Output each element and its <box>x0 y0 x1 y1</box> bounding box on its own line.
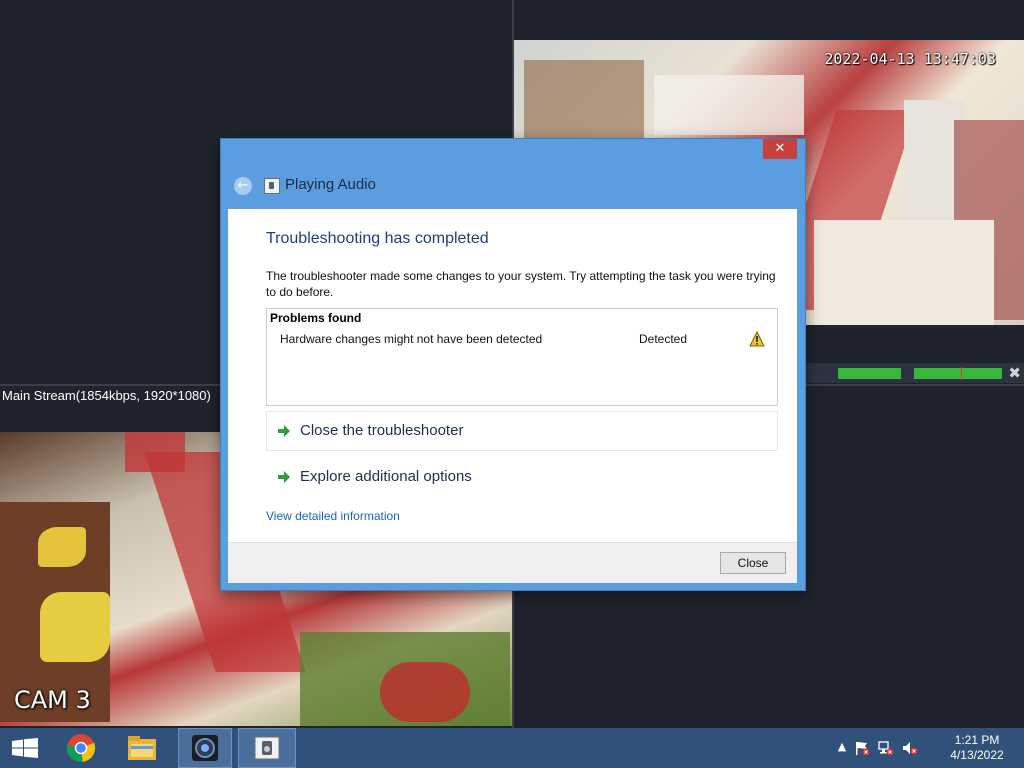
tomatoes <box>380 662 470 722</box>
clock[interactable]: 1:21 PM 4/13/2022 <box>947 733 1007 763</box>
dialog-heading: Troubleshooting has completed <box>266 230 489 247</box>
dialog-body: Troubleshooting has completed The troubl… <box>228 209 797 542</box>
network-icon[interactable] <box>878 740 894 756</box>
warning-icon <box>749 331 765 347</box>
system-tray: ▲ 1:21 PM 4/13/2022 <box>834 728 1024 768</box>
taskbar-chrome[interactable] <box>58 728 106 768</box>
camera-app-icon <box>192 735 218 761</box>
clock-date: 4/13/2022 <box>950 748 1004 762</box>
taskbar-troubleshooter[interactable] <box>238 728 296 768</box>
recording-segment[interactable] <box>914 368 1002 379</box>
playback-timeline[interactable]: ✖ <box>806 363 1024 383</box>
close-troubleshooter-label: Close the troubleshooter <box>300 422 464 439</box>
playhead-marker[interactable] <box>961 367 962 380</box>
start-icon <box>12 738 38 758</box>
camera-timestamp: 2022-04-13 13:47:03 <box>824 50 996 68</box>
problems-found-title: Problems found <box>270 311 362 325</box>
close-button[interactable]: Close <box>720 552 786 574</box>
troubleshooter-icon <box>254 736 280 760</box>
camera-label: CAM 3 <box>14 686 91 714</box>
bananas <box>40 592 110 662</box>
action-center-flag-icon[interactable] <box>854 740 870 756</box>
explore-options-label: Explore additional options <box>300 468 472 485</box>
stream-info: Main Stream(1854kbps, 1920*1080) <box>0 386 217 406</box>
problems-found-box: Problems found Hardware changes might no… <box>266 308 778 406</box>
taskbar-file-explorer[interactable] <box>118 728 166 768</box>
store-shelf <box>654 75 804 135</box>
problem-status: Detected <box>639 332 688 346</box>
file-explorer-icon <box>128 736 156 760</box>
bananas <box>38 527 86 567</box>
green-arrow-icon <box>278 471 290 483</box>
problem-row[interactable]: Hardware changes might not have been det… <box>267 331 777 349</box>
chrome-icon <box>66 734 96 762</box>
start-button[interactable] <box>0 728 48 768</box>
close-troubleshooter-link[interactable]: Close the troubleshooter <box>266 411 778 451</box>
dialog-header: ← Playing Audio <box>228 175 788 201</box>
dialog-title: Playing Audio <box>285 176 376 193</box>
show-hidden-icons[interactable]: ▲ <box>834 740 850 756</box>
troubleshooter-dialog: ✕ ← Playing Audio Troubleshooting has co… <box>220 138 806 591</box>
speaker-app-icon <box>264 178 280 194</box>
view-detailed-info-link[interactable]: View detailed information <box>266 509 400 523</box>
clock-time: 1:21 PM <box>954 733 1000 747</box>
volume-muted-icon[interactable] <box>902 740 918 756</box>
store-floor <box>814 220 994 325</box>
close-icon[interactable]: ✖ <box>1008 364 1021 382</box>
problem-description: Hardware changes might not have been det… <box>280 332 543 346</box>
back-arrow-icon[interactable]: ← <box>234 177 252 195</box>
green-arrow-icon <box>278 425 290 437</box>
recording-segment[interactable] <box>838 368 901 379</box>
window-close-button[interactable]: ✕ <box>763 139 797 159</box>
dialog-description: The troubleshooter made some changes to … <box>266 269 776 299</box>
taskbar-camera-app[interactable] <box>178 728 232 768</box>
explore-options-link[interactable]: Explore additional options <box>266 457 778 497</box>
taskbar: ▲ 1:21 PM 4/13/2022 <box>0 728 1024 768</box>
dialog-footer: Close <box>228 542 797 583</box>
